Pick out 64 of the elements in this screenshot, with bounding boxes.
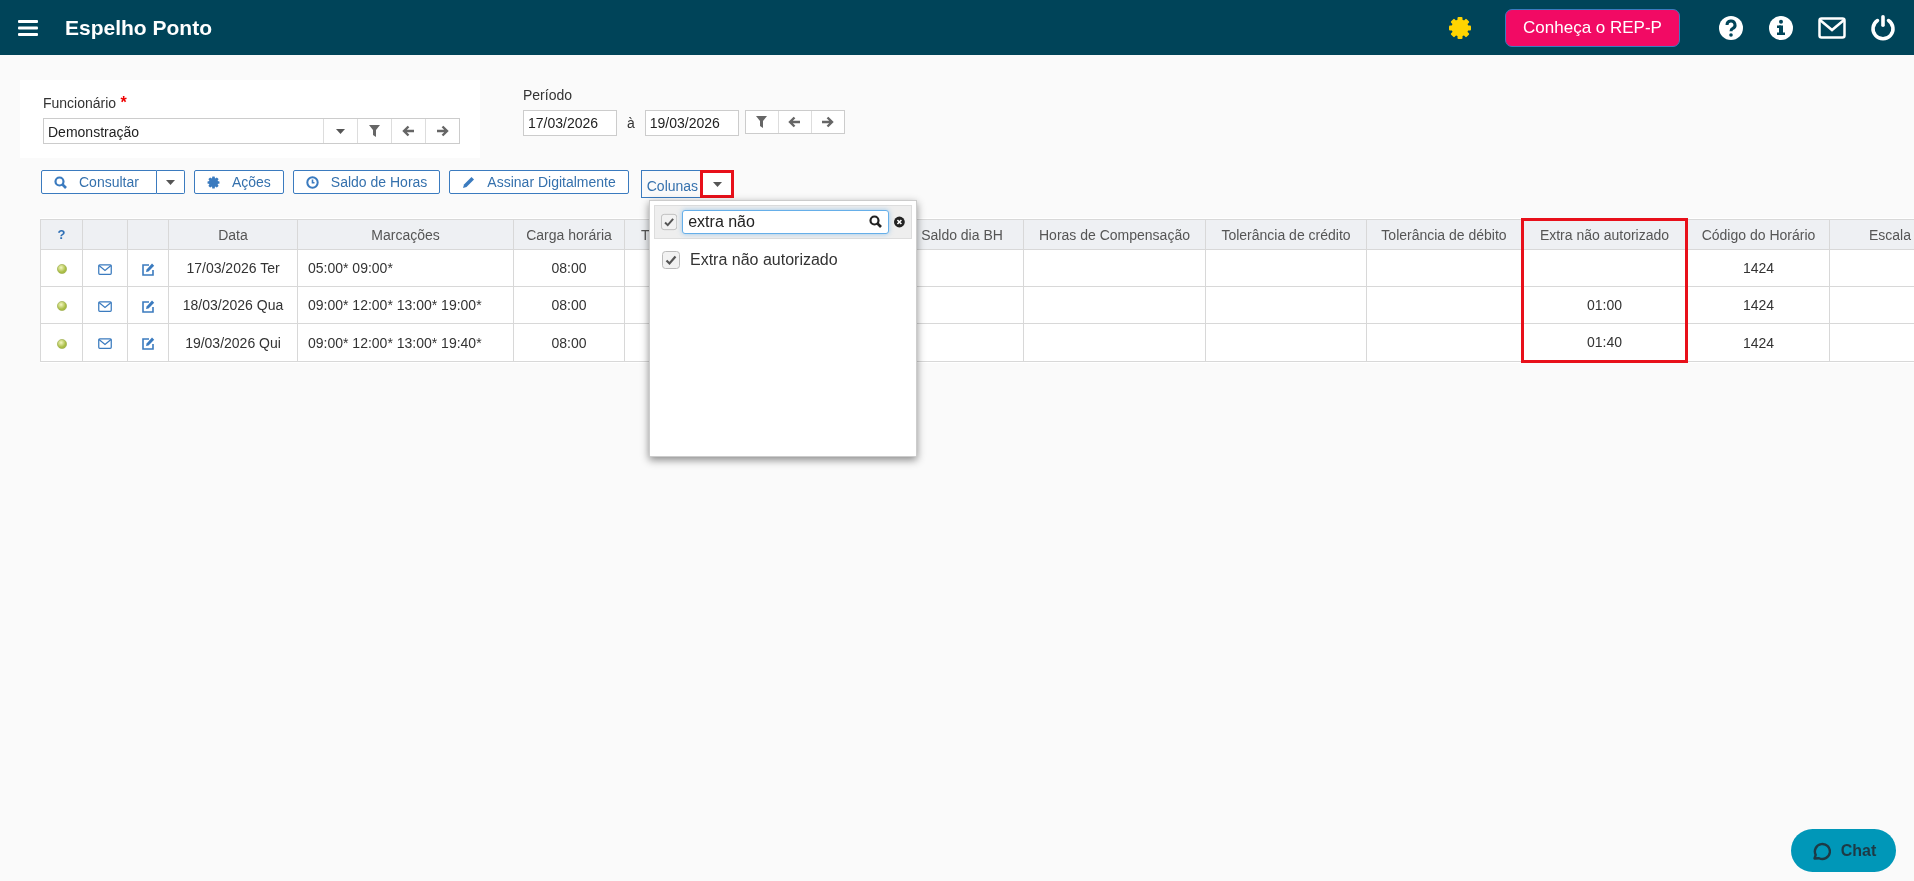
- search-icon: [54, 175, 67, 189]
- menu-icon[interactable]: [18, 18, 38, 37]
- search-field[interactable]: extra não: [682, 210, 890, 234]
- search-icon: [869, 215, 883, 228]
- status-dot-icon: [56, 338, 67, 349]
- page-title: Espelho Ponto: [65, 15, 212, 40]
- column-header[interactable]: Marcações: [371, 226, 440, 243]
- pencil-icon: [462, 175, 476, 189]
- status-dot-icon: [56, 301, 67, 312]
- required-mark: *: [120, 94, 127, 111]
- toolbar-button[interactable]: Saldo de Horas: [292, 170, 441, 194]
- table-cell: 1424: [1742, 297, 1775, 313]
- table-cell: 08:00: [551, 334, 587, 351]
- status-dot-icon: [56, 264, 67, 275]
- employee-select[interactable]: Demonstração: [43, 118, 460, 144]
- caret-icon: [165, 179, 175, 185]
- arrow-left-icon: [402, 125, 415, 137]
- gear-icon[interactable]: [206, 175, 220, 189]
- settings-icon[interactable]: [1448, 15, 1472, 40]
- table-cell: 01:40: [1586, 334, 1622, 350]
- edit-icon[interactable]: [141, 337, 155, 351]
- dropdown-button[interactable]: [156, 170, 185, 194]
- clear-icon[interactable]: [894, 216, 905, 228]
- chat-bubble-icon: [1810, 840, 1831, 861]
- filter-icon: [756, 115, 768, 128]
- checkbox[interactable]: [662, 251, 680, 269]
- date-field[interactable]: 19/03/2026: [644, 110, 739, 136]
- table-cell: 08:00: [551, 297, 587, 313]
- select-all-checkbox[interactable]: [661, 213, 678, 231]
- columns-dropdown-button[interactable]: [700, 170, 735, 198]
- field-label: Funcionário: [43, 95, 117, 111]
- chat-button[interactable]: Chat: [1791, 829, 1896, 872]
- arrow-left-icon: [788, 115, 802, 128]
- range-separator: à: [627, 115, 635, 131]
- table-cell: 09:00* 12:00* 13:00* 19:40*: [308, 334, 482, 351]
- table-cell: 01:00: [1586, 297, 1622, 313]
- info-icon[interactable]: [1768, 14, 1794, 41]
- edit-icon[interactable]: [141, 262, 155, 276]
- table-cell: 19/03/2026 Qui: [185, 334, 281, 351]
- power-icon[interactable]: [1870, 14, 1896, 41]
- promo-button[interactable]: Conheça o REP-P: [1505, 8, 1680, 47]
- column-header[interactable]: T: [641, 226, 650, 243]
- toolbar-button[interactable]: Assinar Digitalmente: [449, 170, 629, 194]
- table-cell: 17/03/2026 Ter: [186, 260, 280, 276]
- table-cell: 1424: [1742, 260, 1775, 276]
- table-cell: 09:00* 12:00* 13:00* 19:00*: [308, 297, 482, 313]
- caret-icon: [336, 128, 345, 134]
- table-cell: 1424: [1742, 334, 1775, 351]
- help-icon[interactable]: [1718, 14, 1744, 41]
- table-cell: 08:00: [551, 260, 587, 276]
- arrow-right-icon: [436, 125, 449, 137]
- column-header[interactable]: Data: [218, 226, 248, 243]
- table-cell: 18/03/2026 Qua: [182, 297, 284, 313]
- toolbar-button[interactable]: Ações: [193, 170, 284, 194]
- help-icon[interactable]: ?: [57, 227, 66, 242]
- query-button[interactable]: Consultar: [41, 170, 157, 194]
- field-label: Período: [523, 87, 574, 103]
- date-field[interactable]: 17/03/2026: [523, 110, 617, 136]
- edit-icon[interactable]: [141, 299, 155, 313]
- clock-icon: [305, 175, 319, 189]
- caret-icon: [712, 181, 722, 187]
- arrow-right-icon: [821, 115, 835, 128]
- table-cell: 05:00* 09:00*: [308, 260, 393, 276]
- filter-icon: [369, 125, 380, 137]
